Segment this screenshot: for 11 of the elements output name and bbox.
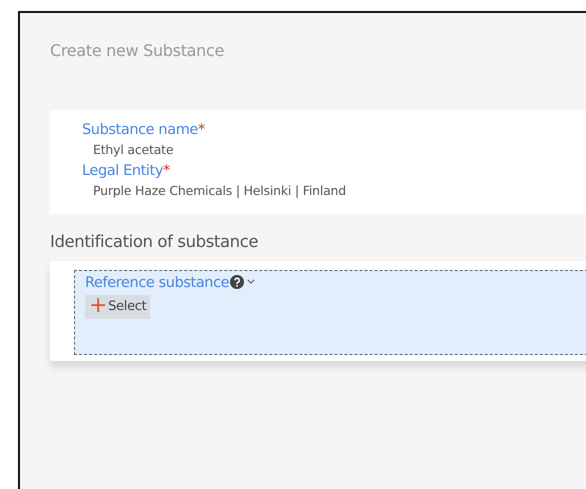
dialog-title: Create new Substance <box>50 40 226 62</box>
field-value: Ethyl acetate <box>93 142 174 157</box>
field-label: Legal Entity* <box>82 163 171 179</box>
section-heading: Identification of substance <box>50 232 260 251</box>
reference-field[interactable]: Reference substance +Select <box>74 270 586 355</box>
field-label: Substance name* <box>82 122 206 138</box>
chevron-down-icon[interactable] <box>247 279 256 284</box>
field-label: Reference substance <box>85 275 230 291</box>
help-icon[interactable] <box>230 275 244 289</box>
select-button[interactable]: +Select <box>85 295 150 319</box>
field-value: Purple Haze Chemicals | Helsinki | Finland <box>93 183 348 198</box>
